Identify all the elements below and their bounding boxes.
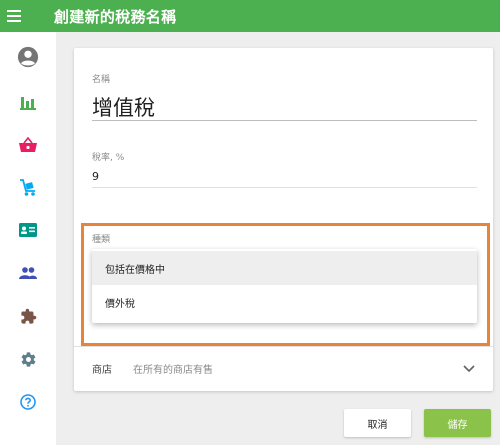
puzzle-icon [20, 308, 37, 325]
name-label: 名稱 [92, 75, 111, 85]
store-label: 商店 [92, 365, 112, 376]
chevron-down-icon [463, 358, 475, 377]
sidebar-item-items[interactable] [0, 125, 56, 165]
store-value: 在所有的商店有售 [133, 365, 213, 376]
people-icon [19, 267, 37, 279]
type-label: 種類 [92, 235, 111, 245]
type-dropdown-menu: 包括在價格中 價外稅 [92, 249, 477, 323]
settings-icon [20, 351, 37, 368]
sidebar-item-account[interactable] [0, 37, 56, 77]
sidebar-item-inventory[interactable] [0, 168, 56, 208]
app-header: 創建新的稅務名稱 [0, 0, 500, 32]
sidebar [0, 32, 56, 445]
rate-field[interactable]: 9 [92, 170, 99, 183]
sidebar-item-customers[interactable] [0, 210, 56, 250]
type-option-included[interactable]: 包括在價格中 [92, 251, 477, 285]
cancel-button[interactable]: 取消 [344, 409, 411, 437]
sidebar-item-help[interactable] [0, 382, 56, 422]
rate-label: 稅率, % [92, 153, 125, 163]
account-circle-icon [17, 46, 39, 68]
help-icon [20, 394, 36, 410]
type-option-added[interactable]: 價外稅 [92, 285, 477, 319]
menu-icon [6, 10, 21, 22]
sidebar-item-settings[interactable] [0, 339, 56, 379]
sidebar-item-integrations[interactable] [0, 296, 56, 336]
rate-field-underline [92, 187, 477, 188]
save-button[interactable]: 儲存 [424, 409, 491, 437]
bar-chart-icon [20, 94, 36, 110]
store-divider [74, 346, 493, 347]
page-title: 創建新的稅務名稱 [54, 7, 177, 26]
menu-button[interactable] [0, 0, 27, 32]
sidebar-item-reports[interactable] [0, 82, 56, 122]
name-field[interactable]: 增值稅 [92, 92, 155, 122]
store-expand-button[interactable] [460, 358, 478, 376]
id-card-icon [19, 223, 37, 237]
name-field-underline [92, 120, 477, 121]
cart-icon [19, 179, 37, 197]
sidebar-item-employees[interactable] [0, 253, 56, 293]
shopping-basket-icon [19, 137, 37, 153]
